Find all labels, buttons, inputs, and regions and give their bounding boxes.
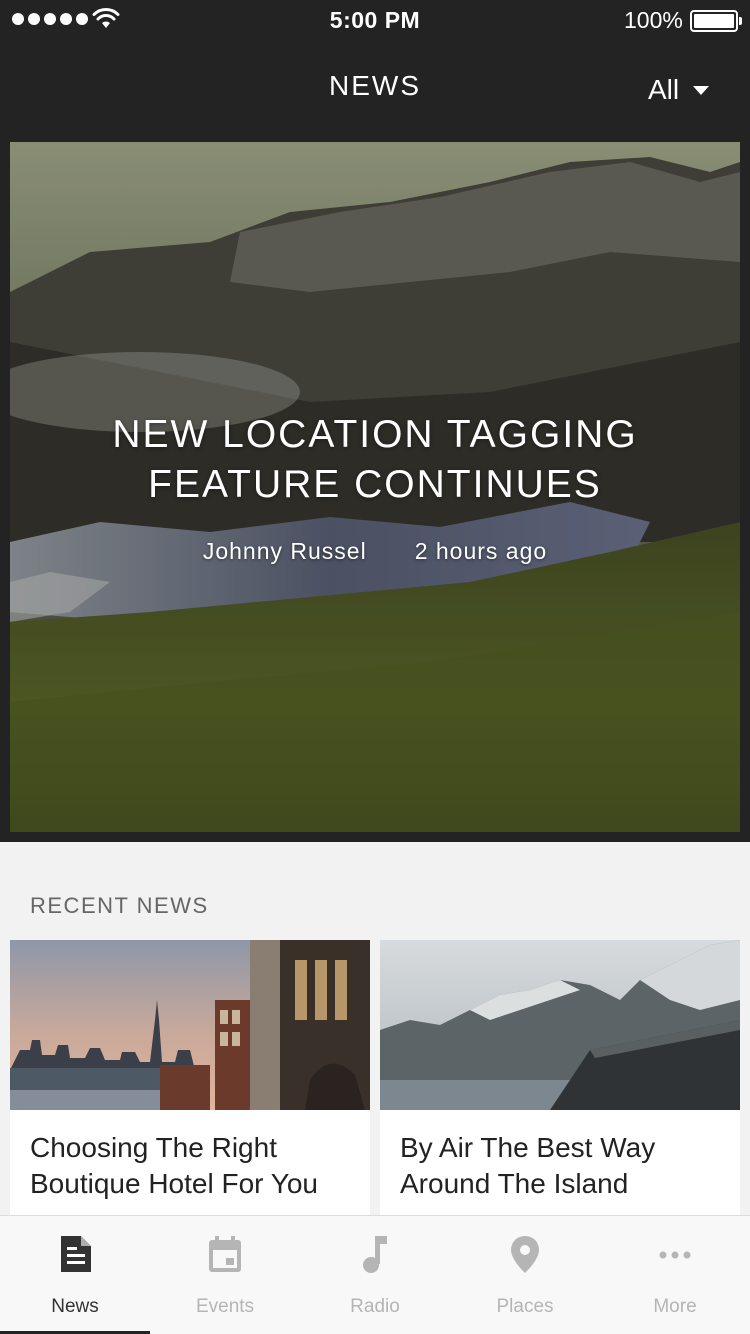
battery-icon (690, 10, 738, 32)
news-card-image (380, 940, 740, 1110)
featured-title-line2: FEATURE CONTINUES (148, 463, 602, 506)
news-card-title: By Air The Best Way Around The Island (400, 1132, 656, 1199)
chevron-down-icon (693, 85, 710, 95)
location-pin-icon (511, 1236, 539, 1273)
calendar-icon (209, 1236, 241, 1272)
tab-label: Events (195, 1296, 255, 1317)
tab-more[interactable]: More (600, 1216, 750, 1334)
tab-bar: News Events Radio Places More (0, 1215, 750, 1334)
news-card[interactable]: By Air The Best Way Around The Island (380, 940, 740, 1230)
news-card-title: Choosing The Right Boutique Hotel For Yo… (30, 1132, 318, 1199)
tab-news[interactable]: News (0, 1216, 150, 1334)
document-icon (61, 1236, 91, 1272)
filter-dropdown[interactable]: All (648, 70, 710, 110)
music-note-icon (363, 1236, 387, 1273)
more-dots-icon (659, 1251, 691, 1259)
tab-label: More (653, 1296, 697, 1317)
news-card[interactable]: Choosing The Right Boutique Hotel For Yo… (10, 940, 370, 1230)
tab-label: Places (496, 1296, 554, 1317)
tab-label: News (51, 1296, 99, 1317)
tab-places[interactable]: Places (450, 1216, 600, 1334)
featured-meta: Johnny Russel 2 hours ago (10, 538, 740, 565)
featured-title: NEW LOCATION TAGGING FEATURE CONTINUES (10, 410, 740, 510)
page-title: NEWS (329, 70, 421, 101)
news-card-image (10, 940, 370, 1110)
battery-percent: 100% (624, 7, 683, 33)
status-bar: 5:00 PM 100% (0, 0, 750, 40)
tab-radio[interactable]: Radio (300, 1216, 450, 1334)
filter-label: All (648, 74, 680, 105)
featured-article[interactable]: NEW LOCATION TAGGING FEATURE CONTINUES J… (10, 142, 740, 832)
tab-label: Radio (350, 1296, 400, 1317)
featured-time: 2 hours ago (414, 538, 548, 564)
featured-title-line1: NEW LOCATION TAGGING (112, 413, 638, 456)
section-label: RECENT NEWS (30, 893, 209, 918)
tab-events[interactable]: Events (150, 1216, 300, 1334)
featured-author: Johnny Russel (202, 538, 367, 564)
battery-tip (739, 17, 742, 25)
